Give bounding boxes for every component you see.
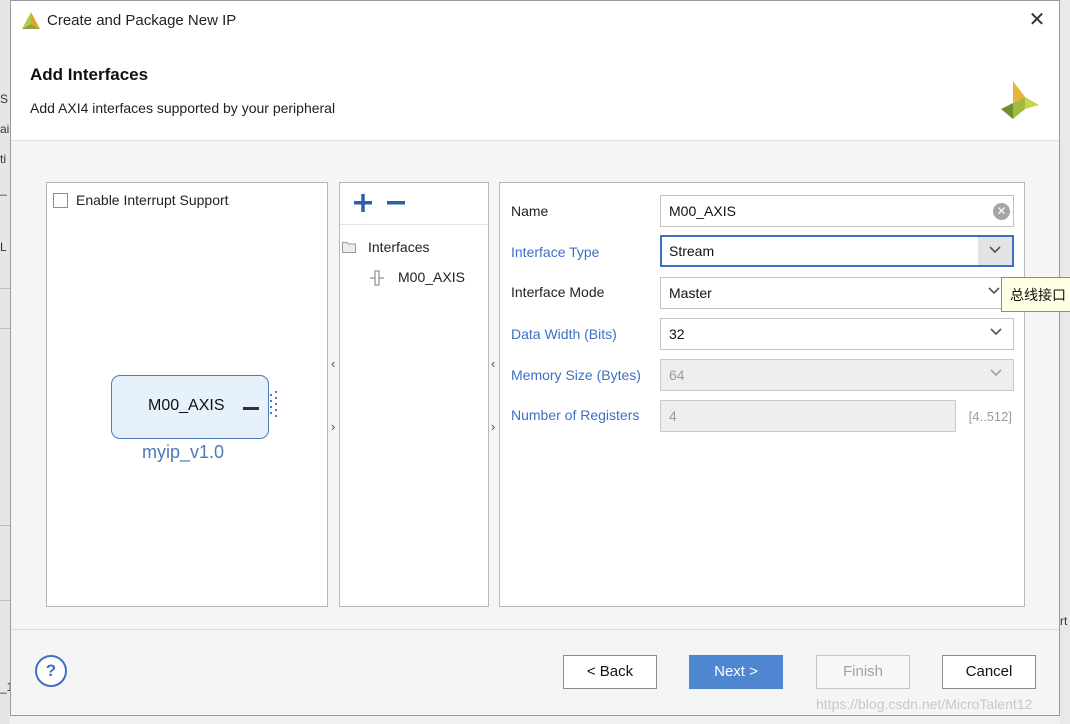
bus-interface-icon	[370, 270, 384, 286]
background-text: L	[0, 240, 7, 254]
interface-mode-select[interactable]: Master	[660, 277, 1006, 309]
registers-range-hint: [4..512]	[968, 409, 1012, 424]
name-input-value: M00_AXIS	[669, 203, 736, 219]
background-text: S	[0, 92, 9, 106]
interfaces-tree-panel: Interfaces M00_AXIS	[339, 182, 489, 607]
ip-symbol-panel: Enable Interrupt Support M00_AXIS myip_v…	[46, 182, 328, 607]
watermark: https://blog.csdn.net/MicroTalent12	[816, 696, 1033, 712]
interface-mode-label: Interface Mode	[511, 284, 605, 300]
splitter-expand-left[interactable]: ›	[331, 419, 335, 434]
background-divider	[0, 288, 10, 289]
add-interface-button[interactable]	[352, 191, 374, 215]
vivado-logo-icon	[1001, 81, 1039, 119]
close-icon: ✕	[1028, 9, 1046, 31]
background-divider	[0, 525, 10, 526]
background-text: ti	[0, 152, 6, 166]
finish-button: Finish	[816, 655, 910, 689]
background-app-right: rt	[1060, 0, 1070, 724]
tooltip: 总线接口	[1001, 277, 1070, 312]
interrupt-checkbox[interactable]	[53, 193, 68, 208]
background-divider	[0, 328, 10, 329]
chevron-down-icon[interactable]	[978, 237, 1012, 265]
chevron-down-icon[interactable]	[979, 319, 1013, 349]
tree-item-m00-axis[interactable]: M00_AXIS	[398, 269, 465, 285]
splitter-collapse-right[interactable]: ‹	[491, 356, 495, 371]
vivado-logo-icon	[22, 12, 40, 29]
close-button[interactable]: ✕	[1025, 9, 1049, 33]
data-width-value: 32	[669, 326, 685, 342]
number-of-registers-input: 4	[660, 400, 956, 432]
help-button[interactable]: ?	[35, 655, 67, 687]
chevron-down-icon	[979, 360, 1013, 390]
back-button[interactable]: < Back	[563, 655, 657, 689]
name-input[interactable]: M00_AXIS ✕	[660, 195, 1014, 227]
memory-size-select: 64	[660, 359, 1014, 391]
data-width-select[interactable]: 32	[660, 318, 1014, 350]
page-title: Add Interfaces	[30, 65, 149, 84]
background-text: rt	[1060, 614, 1068, 628]
ip-port-pin	[243, 407, 259, 410]
axis-port-icon	[270, 391, 277, 417]
memory-size-label: Memory Size (Bytes)	[511, 367, 641, 383]
tree-root-interfaces[interactable]: Interfaces	[368, 239, 429, 255]
interface-type-value: Stream	[669, 243, 715, 259]
memory-size-value: 64	[669, 367, 685, 383]
background-text: _1	[0, 680, 10, 694]
interface-type-label: Interface Type	[511, 244, 600, 260]
ip-port-name: M00_AXIS	[148, 397, 225, 414]
footer-divider	[11, 629, 1059, 630]
cancel-button[interactable]: Cancel	[942, 655, 1036, 689]
ip-name-label: myip_v1.0	[142, 442, 225, 462]
splitter-collapse-left[interactable]: ‹	[331, 356, 335, 371]
background-app-left: S ai ti _ L _1	[0, 0, 10, 724]
interrupt-checkbox-label[interactable]: Enable Interrupt Support	[76, 192, 229, 208]
create-package-ip-dialog: Create and Package New IP ✕ Add Interfac…	[10, 0, 1060, 716]
background-divider	[0, 600, 10, 601]
remove-interface-button[interactable]	[385, 191, 407, 215]
interface-type-select[interactable]: Stream	[660, 235, 1014, 267]
splitter-expand-right[interactable]: ›	[491, 419, 495, 434]
interface-properties-panel: Name M00_AXIS ✕ Interface Type Stream In…	[499, 182, 1025, 607]
tree-toolbar	[340, 183, 488, 225]
interface-mode-value: Master	[669, 285, 712, 301]
ip-block: M00_AXIS	[111, 375, 269, 439]
window-title: Create and Package New IP	[47, 12, 237, 29]
number-of-registers-value: 4	[669, 408, 677, 424]
background-text: ai	[0, 122, 10, 136]
next-button[interactable]: Next >	[689, 655, 783, 689]
data-width-label: Data Width (Bits)	[511, 326, 617, 342]
page-subtitle: Add AXI4 interfaces supported by your pe…	[30, 100, 336, 116]
number-of-registers-label: Number of Registers	[511, 407, 640, 423]
name-label: Name	[511, 203, 549, 219]
title-bar: Create and Package New IP ✕	[11, 1, 1059, 41]
folder-icon	[342, 242, 356, 253]
page-header: Add Interfaces Add AXI4 interfaces suppo…	[11, 41, 1059, 141]
background-text: _	[0, 182, 7, 196]
clear-icon[interactable]: ✕	[993, 203, 1010, 220]
